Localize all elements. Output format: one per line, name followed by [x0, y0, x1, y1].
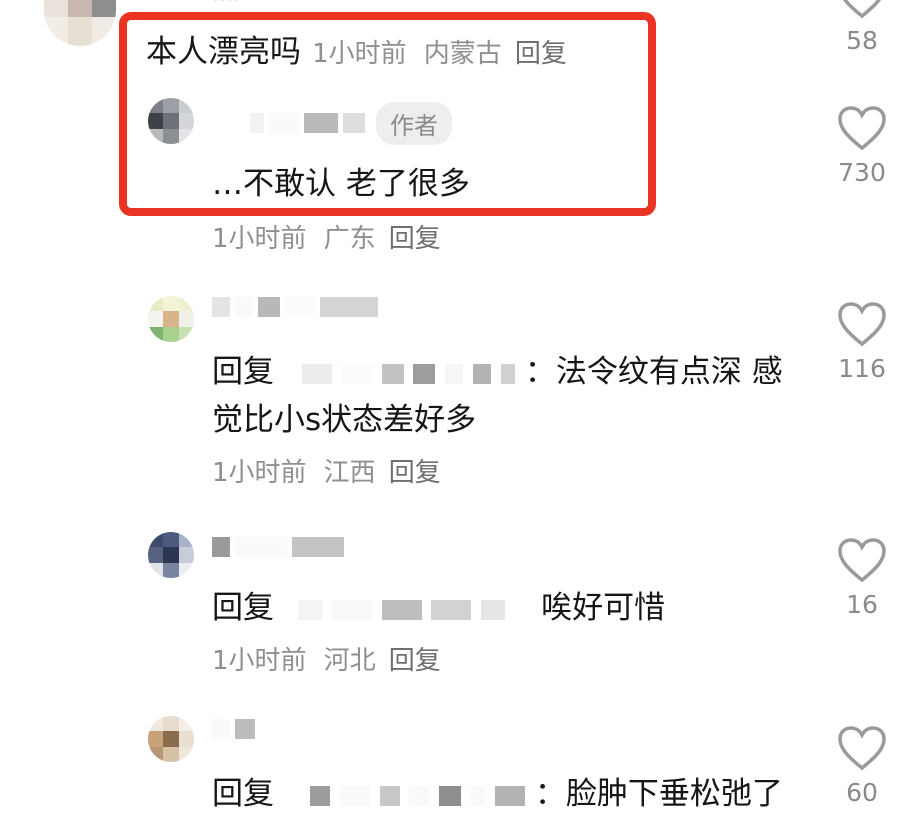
reply-text-line1: ：法令纹有点深 感: [524, 354, 783, 390]
like-count: 16: [846, 590, 878, 619]
author-avatar[interactable]: [148, 98, 194, 144]
reply-time: 1小时前: [212, 646, 307, 676]
reply-text: 回复 ：法令纹有点深 感: [212, 346, 783, 391]
like-count: 58: [846, 26, 878, 55]
reply-username[interactable]: [212, 718, 256, 739]
reply-text: 回复 ：脸肿下垂松弛了: [212, 768, 783, 813]
heart-outline-icon: [838, 302, 886, 347]
heart-outline-icon: [838, 106, 886, 151]
reply-text: 回复 唉好可惜: [212, 582, 665, 627]
reply-username[interactable]: [212, 536, 345, 557]
author-username[interactable]: [250, 112, 366, 133]
like-button[interactable]: 116: [835, 302, 889, 383]
author-reply-meta: 1小时前 广东 回复: [212, 218, 441, 255]
like-count: 60: [846, 778, 878, 807]
like-button[interactable]: 58: [835, 0, 889, 55]
avatar[interactable]: [148, 532, 194, 578]
reply-meta: 1小时前 河北 回复: [212, 640, 441, 677]
top-comment-reply-button[interactable]: 回复: [515, 39, 567, 69]
cut-off-meta: ····: [212, 0, 240, 13]
like-count: 116: [838, 354, 886, 383]
like-button[interactable]: 730: [835, 106, 889, 187]
reply-location: 江西: [323, 458, 376, 488]
like-button[interactable]: 60: [835, 726, 889, 807]
author-reply-text: …不敢认 老了很多: [212, 166, 470, 202]
avatar[interactable]: [44, 0, 116, 46]
avatar[interactable]: [148, 716, 194, 762]
reply-meta: 1小时前 江西 回复: [212, 452, 441, 489]
top-comment-line: 本人漂亮吗 1小时前 内蒙古 回复: [146, 26, 567, 71]
author-reply-time: 1小时前: [212, 224, 307, 254]
author-badge: 作者: [376, 102, 452, 145]
reply-text-content: ：脸肿下垂松弛了: [534, 776, 783, 812]
like-count: 730: [838, 158, 886, 187]
top-comment-text: 本人漂亮吗: [146, 34, 301, 70]
heart-outline-icon: [842, 0, 882, 19]
like-button[interactable]: 16: [835, 538, 889, 619]
reply-prefix: 回复: [212, 776, 274, 812]
reply-username[interactable]: [212, 296, 379, 317]
author-reply-reply-button[interactable]: 回复: [389, 224, 441, 254]
avatar[interactable]: [148, 296, 194, 342]
top-comment-location: 内蒙古: [423, 39, 502, 69]
reply-time: 1小时前: [212, 458, 307, 488]
heart-outline-icon: [838, 726, 886, 771]
heart-outline-icon: [838, 538, 886, 583]
author-reply-location: 广东: [323, 224, 376, 254]
reply-prefix: 回复: [212, 590, 274, 626]
reply-location: 河北: [323, 646, 376, 676]
reply-reply-button[interactable]: 回复: [389, 646, 441, 676]
reply-prefix: 回复: [212, 354, 274, 390]
reply-reply-button[interactable]: 回复: [389, 458, 441, 488]
reply-text-content: 唉好可惜: [541, 590, 666, 626]
reply-text-line2: 觉比小s状态差好多: [212, 402, 477, 438]
top-comment-time: 1小时前: [312, 39, 407, 69]
